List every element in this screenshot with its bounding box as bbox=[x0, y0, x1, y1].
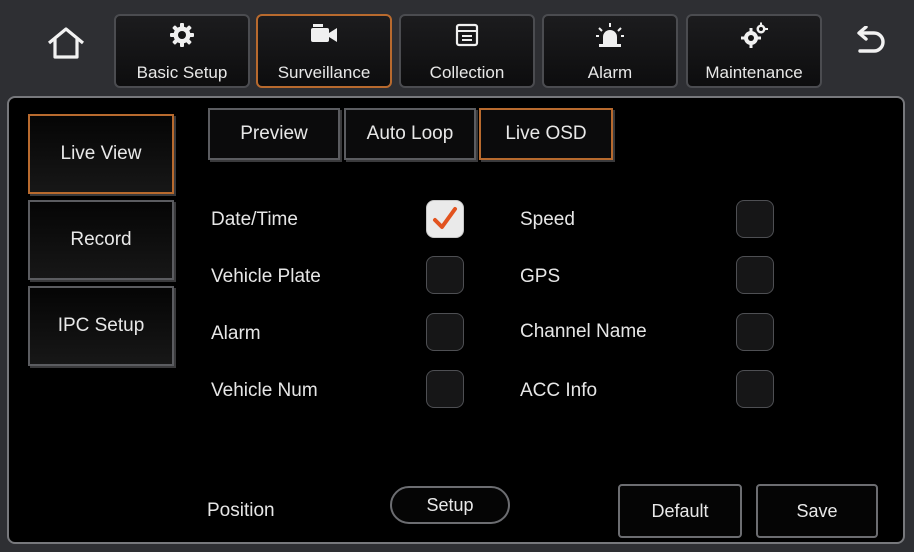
subtab-label: Live OSD bbox=[505, 123, 587, 144]
tab-label: Collection bbox=[429, 63, 505, 82]
checkbox-channel-name[interactable] bbox=[736, 313, 774, 351]
option-label-vehicle-num: Vehicle Num bbox=[211, 380, 318, 401]
default-button[interactable]: Default bbox=[618, 484, 742, 538]
option-label-speed: Speed bbox=[520, 209, 575, 230]
back-arrow-icon bbox=[857, 26, 885, 53]
gear-icon bbox=[170, 23, 194, 47]
tab-label: Maintenance bbox=[705, 63, 803, 82]
back-button[interactable] bbox=[842, 18, 898, 68]
side-item-label: IPC Setup bbox=[57, 315, 145, 336]
tab-surveillance[interactable]: Surveillance bbox=[256, 14, 392, 88]
option-label-alarm: Alarm bbox=[211, 323, 261, 344]
tab-maintenance[interactable]: Maintenance bbox=[686, 14, 822, 88]
save-button[interactable]: Save bbox=[756, 484, 878, 538]
tab-alarm[interactable]: Alarm bbox=[542, 14, 678, 88]
gears-icon bbox=[741, 22, 768, 48]
checkmark-icon bbox=[433, 207, 457, 229]
setup-button[interactable]: Setup bbox=[390, 486, 510, 524]
side-item-label: Record bbox=[70, 229, 132, 250]
checkbox-acc-info[interactable] bbox=[736, 370, 774, 408]
checkbox-alarm[interactable] bbox=[426, 313, 464, 351]
subtab-auto-loop[interactable]: Auto Loop bbox=[344, 108, 476, 160]
side-item-record[interactable]: Record bbox=[28, 200, 174, 280]
setup-button-label: Setup bbox=[426, 494, 474, 515]
position-label: Position bbox=[207, 500, 275, 521]
checkbox-date-time[interactable] bbox=[426, 200, 464, 238]
option-label-channel-name: Channel Name bbox=[520, 321, 647, 342]
top-navigation-bar: Basic Setup Surveillance Collection Alar… bbox=[0, 0, 914, 96]
subtab-label: Auto Loop bbox=[366, 123, 454, 144]
checkbox-speed[interactable] bbox=[736, 200, 774, 238]
home-button[interactable] bbox=[38, 18, 94, 68]
default-button-label: Default bbox=[651, 500, 709, 521]
video-camera-icon bbox=[311, 24, 337, 42]
tab-label: Basic Setup bbox=[136, 63, 228, 82]
save-button-label: Save bbox=[796, 500, 838, 521]
option-label-acc-info: ACC Info bbox=[520, 380, 598, 401]
side-item-ipc-setup[interactable]: IPC Setup bbox=[28, 286, 174, 366]
tab-label: Surveillance bbox=[277, 63, 371, 82]
subtab-live-osd[interactable]: Live OSD bbox=[479, 108, 613, 160]
subtab-label: Preview bbox=[240, 123, 308, 144]
home-icon bbox=[47, 27, 85, 59]
checkbox-vehicle-plate[interactable] bbox=[426, 256, 464, 294]
tab-collection[interactable]: Collection bbox=[399, 14, 535, 88]
subtab-preview[interactable]: Preview bbox=[208, 108, 340, 160]
checkbox-vehicle-num[interactable] bbox=[426, 370, 464, 408]
tab-basic-setup[interactable]: Basic Setup bbox=[114, 14, 250, 88]
tab-label: Alarm bbox=[587, 63, 633, 82]
option-label-gps: GPS bbox=[520, 266, 561, 287]
side-item-label: Live View bbox=[60, 143, 142, 164]
option-label-date-time: Date/Time bbox=[211, 209, 298, 230]
side-item-live-view[interactable]: Live View bbox=[28, 114, 174, 194]
option-label-vehicle-plate: Vehicle Plate bbox=[211, 266, 321, 287]
checkbox-gps[interactable] bbox=[736, 256, 774, 294]
siren-icon bbox=[596, 23, 624, 47]
archive-box-icon bbox=[455, 23, 479, 47]
